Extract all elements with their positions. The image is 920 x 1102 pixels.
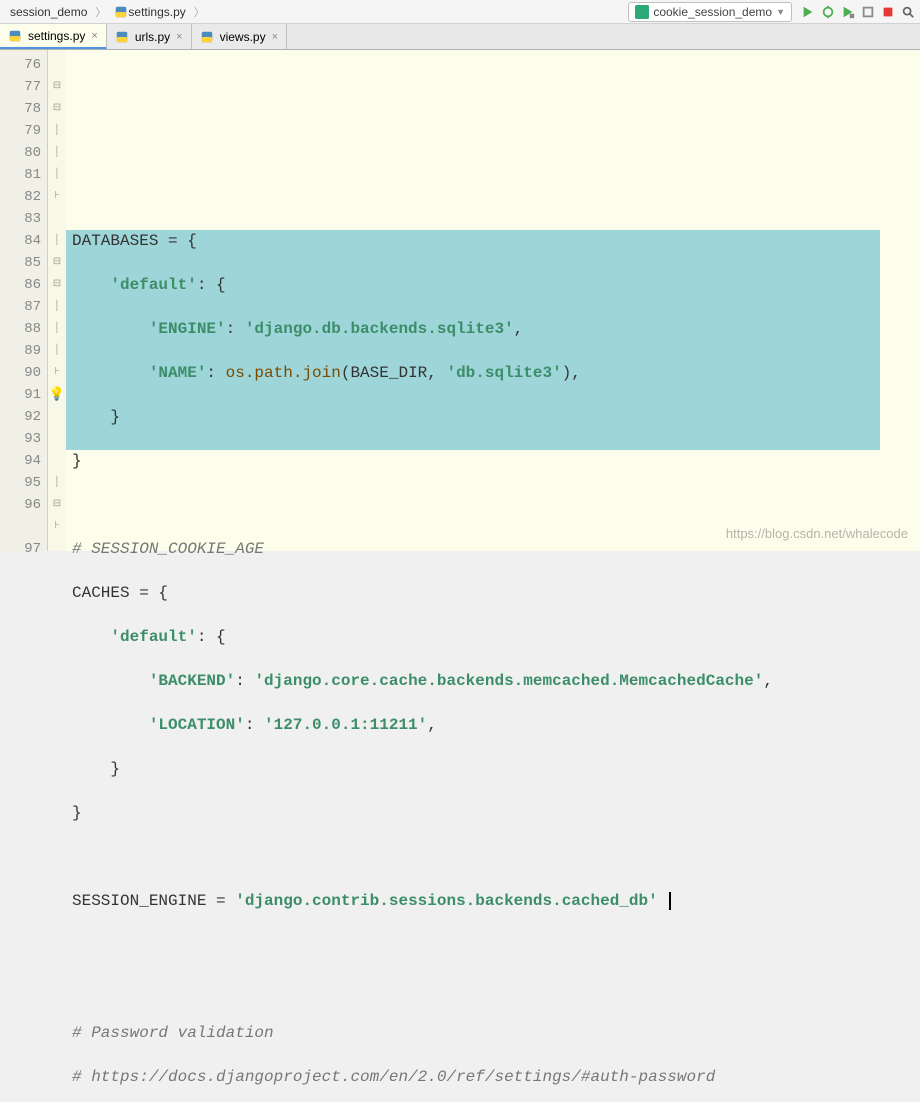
- attach-debugger-button[interactable]: [860, 4, 876, 20]
- run-configuration-selector[interactable]: cookie_session_demo ▼: [628, 2, 792, 22]
- tab-label: views.py: [220, 30, 266, 44]
- python-file-icon: [8, 29, 22, 43]
- line-number-gutter: 76777879 80818283 84858687 88899091 9293…: [0, 50, 48, 551]
- tab-label: urls.py: [135, 30, 170, 44]
- python-file-icon: [115, 30, 129, 44]
- search-button[interactable]: [900, 4, 916, 20]
- chevron-right-icon: 〉: [192, 4, 207, 20]
- chevron-right-icon: 〉: [93, 4, 108, 20]
- fold-gutter: ⊟ ⊟ │ │ │ ⊦ │ ⊟ ⊟ │ │ │ ⊦ 💡 │ ⊟ ⊦: [48, 50, 66, 551]
- code-editor[interactable]: 76777879 80818283 84858687 88899091 9293…: [0, 50, 920, 551]
- watermark-text: https://blog.csdn.net/whalecode: [726, 526, 908, 541]
- chevron-down-icon: ▼: [776, 7, 785, 17]
- fold-marker[interactable]: ⊟: [48, 98, 66, 120]
- breadcrumb-label: settings.py: [128, 5, 185, 19]
- python-file-icon: [114, 5, 128, 19]
- code-text: DATABASES: [72, 232, 158, 250]
- toolbar-icons: [800, 4, 916, 20]
- tab-settings-py[interactable]: settings.py ×: [0, 24, 107, 49]
- close-icon[interactable]: ×: [91, 30, 97, 42]
- fold-marker[interactable]: ⊟: [48, 274, 66, 296]
- run-with-coverage-button[interactable]: [840, 4, 856, 20]
- tab-urls-py[interactable]: urls.py ×: [107, 24, 192, 49]
- fold-marker[interactable]: ⊟: [48, 494, 66, 516]
- fold-marker[interactable]: ⊟: [48, 252, 66, 274]
- fold-marker[interactable]: ⊟: [48, 76, 66, 98]
- debug-button[interactable]: [820, 4, 836, 20]
- editor-tab-bar: settings.py × urls.py × views.py ×: [0, 24, 920, 50]
- run-config-label: cookie_session_demo: [653, 5, 772, 19]
- close-icon[interactable]: ×: [272, 31, 278, 43]
- python-file-icon: [200, 30, 214, 44]
- tab-label: settings.py: [28, 29, 85, 43]
- tab-views-py[interactable]: views.py ×: [192, 24, 287, 49]
- django-icon: [635, 5, 649, 19]
- intention-bulb-icon[interactable]: 💡: [49, 384, 65, 406]
- breadcrumb-label: session_demo: [10, 5, 87, 19]
- breadcrumb-item-project[interactable]: session_demo: [4, 0, 93, 23]
- text-caret: [669, 892, 671, 910]
- code-content[interactable]: DATABASES = { 'default': { 'ENGINE': 'dj…: [66, 50, 920, 551]
- close-icon[interactable]: ×: [176, 31, 182, 43]
- breadcrumb-bar: session_demo 〉 settings.py 〉 cookie_sess…: [0, 0, 920, 24]
- breadcrumb-item-file[interactable]: settings.py: [108, 0, 191, 23]
- run-button[interactable]: [800, 4, 816, 20]
- stop-button[interactable]: [880, 4, 896, 20]
